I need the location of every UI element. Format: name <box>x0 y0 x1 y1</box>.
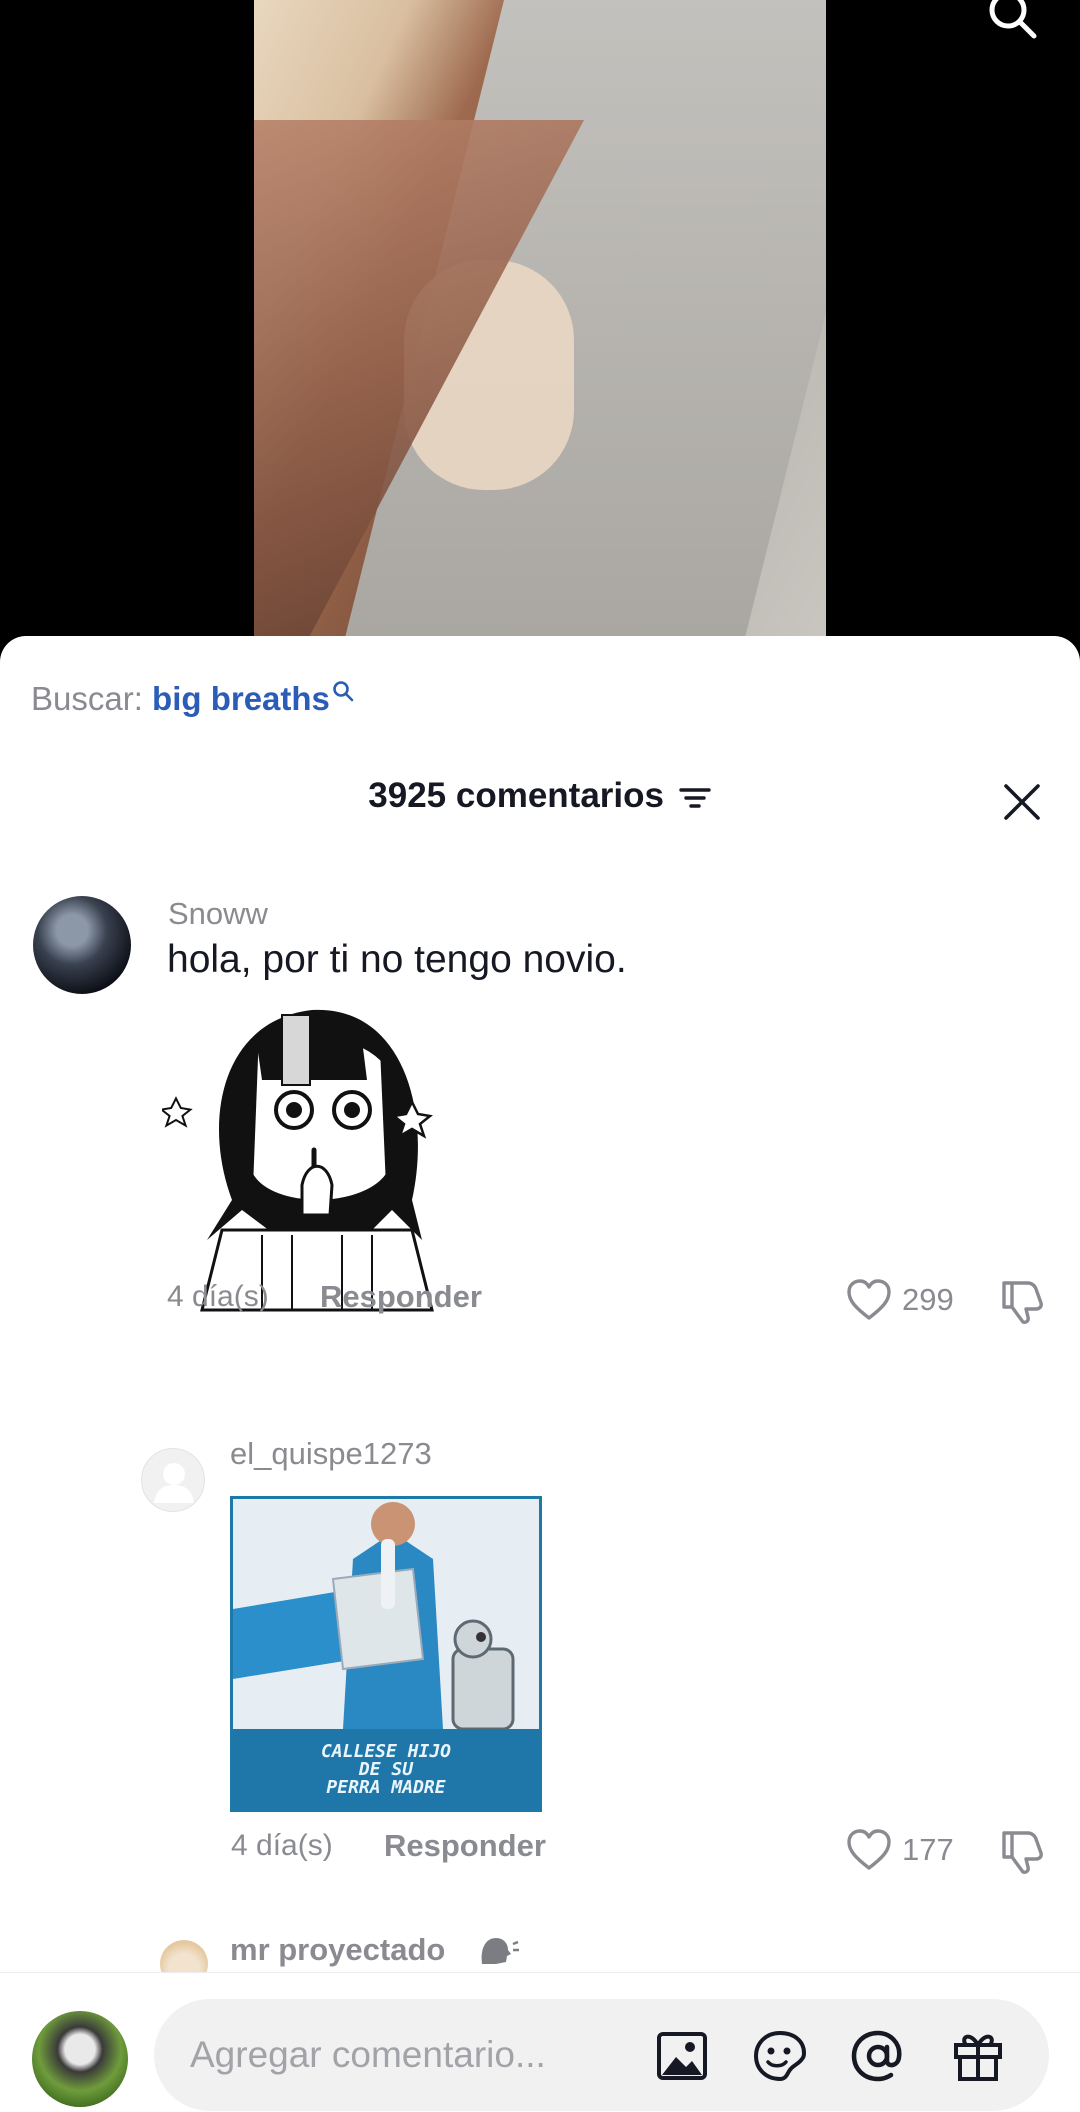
search-icon[interactable] <box>982 0 1042 40</box>
default-avatar-icon <box>154 1463 194 1503</box>
gift-icon[interactable] <box>950 2027 1006 2083</box>
sticker-icon[interactable] <box>752 2029 808 2083</box>
search-small-icon <box>333 681 354 702</box>
callese-meme-sticker: CALLESE HIJO DE SU PERRA MADRE <box>230 1496 542 1812</box>
dislike-icon[interactable] <box>998 1829 1046 1875</box>
avatar[interactable] <box>32 2011 128 2107</box>
comment-time: 4 día(s) <box>231 1829 333 1862</box>
image-icon[interactable] <box>656 2031 708 2081</box>
sticker-caption: PERRA MADRE <box>326 1777 446 1798</box>
comment-composer <box>0 1972 1080 2112</box>
close-icon[interactable] <box>1000 780 1044 824</box>
comments-sheet: Buscar: big breaths 3925 comentarios Sno… <box>0 636 1080 2112</box>
comment-username[interactable]: Snoww <box>168 896 268 932</box>
reply-button[interactable]: Responder <box>384 1828 546 1864</box>
comment-input[interactable] <box>190 2029 630 2081</box>
comment-item: Snoww hola, por ti no tengo novio. 4 día… <box>0 896 1080 1356</box>
anime-girl-shush-sticker <box>162 1009 434 1312</box>
comment-text: hola, por ti no tengo novio. <box>167 938 627 981</box>
comments-count-title: 3925 comentarios <box>368 776 664 815</box>
speaking-head-icon <box>481 1938 519 1964</box>
search-suggestion[interactable]: Buscar: big breaths <box>31 680 354 718</box>
avatar[interactable] <box>33 896 131 994</box>
heart-icon[interactable] <box>846 1829 892 1871</box>
video-frame <box>254 0 826 640</box>
reply-button[interactable]: Responder <box>320 1279 482 1315</box>
like-count: 299 <box>902 1282 954 1317</box>
mention-icon[interactable] <box>850 2029 906 2083</box>
search-suggestion-prefix: Buscar: <box>31 680 143 717</box>
dislike-icon[interactable] <box>998 1279 1046 1325</box>
like-count: 177 <box>902 1832 954 1867</box>
comment-username[interactable]: el_quispe1273 <box>230 1436 432 1472</box>
filter-icon[interactable] <box>678 784 712 812</box>
heart-icon[interactable] <box>846 1279 892 1321</box>
comments-header: 3925 comentarios <box>0 776 1080 816</box>
video-player[interactable] <box>0 0 1080 660</box>
comment-time: 4 día(s) <box>167 1280 269 1313</box>
search-suggestion-query[interactable]: big breaths <box>152 680 330 717</box>
avatar[interactable] <box>141 1448 205 1512</box>
comment-input-container[interactable] <box>154 1999 1049 2111</box>
comment-username[interactable]: mr proyectado <box>230 1932 445 1968</box>
comment-item: el_quispe1273 CALLESE HIJO DE SU PERRA M… <box>0 1436 1080 1936</box>
